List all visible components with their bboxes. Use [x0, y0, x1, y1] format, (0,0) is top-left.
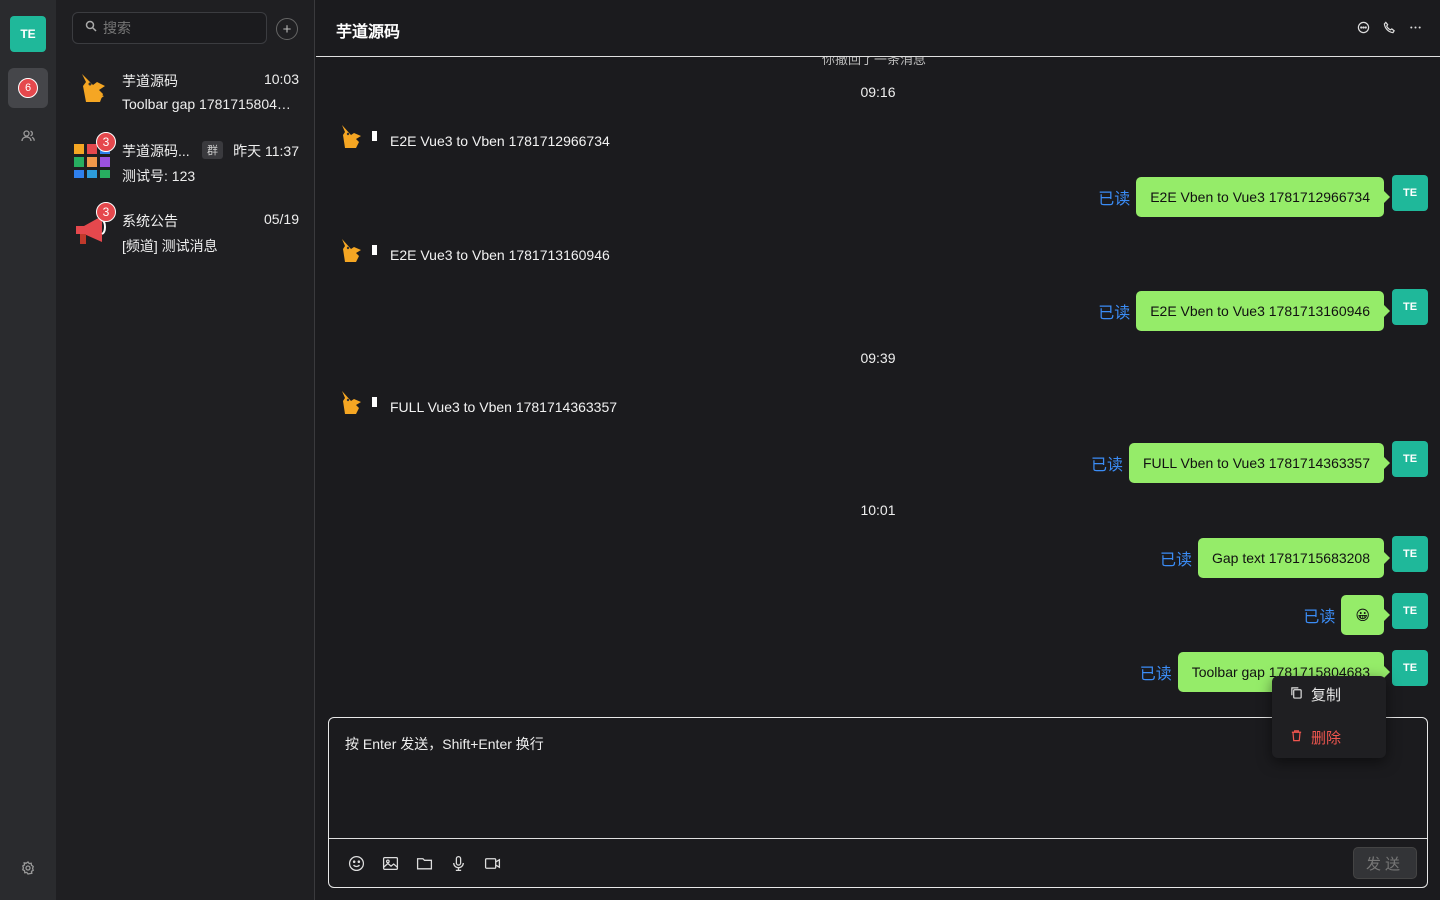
- conversation-avatar: [72, 68, 112, 108]
- conversation-item[interactable]: 3 系统公告 05/19 [频道] 测试消息: [56, 198, 315, 260]
- mic-icon[interactable]: [449, 854, 467, 872]
- my-avatar[interactable]: TE: [1392, 441, 1428, 477]
- read-indicator: [372, 245, 377, 255]
- message-text: FULL Vue3 to Vben 1781714363357: [390, 399, 618, 415]
- conversation-name: 芋道源码...: [122, 143, 190, 159]
- user-avatar[interactable]: TE: [10, 16, 46, 52]
- copy-icon: [1290, 686, 1303, 703]
- read-status: 已读: [1139, 666, 1172, 683]
- timestamp: 10:01: [860, 502, 896, 518]
- left-rail: TE 6: [0, 0, 56, 900]
- emoji-bubble[interactable]: 😀: [1341, 595, 1390, 635]
- delete-menu-item[interactable]: 删除: [1290, 727, 1341, 748]
- message-list: 你撤回了一条消息 09:16 E2E Vue3 to Vben 17817129…: [316, 57, 1440, 717]
- composer-toolbar: [347, 854, 501, 872]
- settings-icon[interactable]: [18, 858, 38, 878]
- unread-count-badge: 6: [18, 78, 38, 98]
- message-text: E2E Vue3 to Vben 1781712966734: [390, 133, 610, 149]
- search-icon: [85, 19, 97, 37]
- read-status: 已读: [1098, 305, 1131, 322]
- emoji-icon[interactable]: [347, 854, 365, 872]
- recall-notice: 你撤回了一条消息: [822, 57, 927, 67]
- my-avatar[interactable]: TE: [1392, 650, 1428, 686]
- conversation-name: 芋道源码: [122, 73, 178, 89]
- my-avatar[interactable]: TE: [1392, 175, 1428, 211]
- conversation-preview: [频道] 测试消息: [122, 238, 218, 254]
- conversation-preview: 测试号: 123: [122, 168, 196, 184]
- chat-title: 芋道源码: [336, 24, 401, 41]
- delete-label: 删除: [1311, 730, 1342, 747]
- message-bubble[interactable]: Gap text 1781715683208: [1197, 538, 1391, 578]
- sender-avatar: [334, 121, 366, 153]
- chat-panel: 芋道源码 你撤回了一条消息 09:16 E2E Vue3 to Vben 178…: [316, 0, 1440, 900]
- send-button[interactable]: 发送: [1353, 847, 1417, 879]
- conversation-list: + 芋道源码 10:03 Toolbar gap 1781715804683 3…: [56, 0, 315, 900]
- more-icon[interactable]: [1408, 20, 1422, 34]
- message-composer: 发送: [328, 717, 1428, 888]
- message-text: E2E Vue3 to Vben 1781713160946: [390, 247, 610, 263]
- my-avatar[interactable]: TE: [1392, 593, 1428, 629]
- conversation-time: 05/19: [263, 211, 299, 227]
- group-tag: 群: [202, 141, 223, 159]
- header-actions: [1356, 20, 1422, 34]
- trash-icon: [1290, 729, 1303, 746]
- outgoing-message[interactable]: 已读 😀 TE: [1303, 593, 1428, 635]
- search-box[interactable]: [72, 12, 267, 44]
- my-avatar[interactable]: TE: [1392, 536, 1428, 572]
- folder-icon[interactable]: [415, 854, 433, 872]
- sender-avatar: [334, 387, 366, 419]
- message-bubble[interactable]: E2E Vben to Vue3 1781713160946: [1136, 291, 1390, 331]
- read-status: 已读: [1098, 191, 1131, 208]
- toolbar-divider: [329, 838, 1427, 839]
- contacts-icon[interactable]: [18, 126, 38, 146]
- outgoing-message[interactable]: 已读 FULL Vben to Vue3 1781714363357 TE: [1090, 441, 1428, 483]
- conversation-preview: Toolbar gap 1781715804683: [122, 96, 297, 112]
- conversation-item[interactable]: 芋道源码 10:03 Toolbar gap 1781715804683: [56, 58, 315, 120]
- read-status: 已读: [1090, 457, 1123, 474]
- read-indicator: [372, 397, 377, 407]
- conversation-item[interactable]: 3 芋道源码... 群 昨天 11:37 测试号: 123: [56, 128, 315, 190]
- image-icon[interactable]: [381, 854, 399, 872]
- video-icon[interactable]: [483, 854, 501, 872]
- conversation-name: 系统公告: [122, 213, 178, 229]
- chat-header: 芋道源码: [316, 0, 1440, 57]
- read-status: 已读: [1303, 609, 1336, 626]
- unread-badge: 3: [96, 202, 116, 222]
- message-input[interactable]: [345, 734, 1405, 834]
- phone-icon[interactable]: [1382, 20, 1396, 34]
- add-icon: +: [282, 20, 292, 38]
- conversation-time: 10:03: [263, 71, 299, 87]
- my-avatar[interactable]: TE: [1392, 289, 1428, 325]
- copy-menu-item[interactable]: 复制: [1290, 684, 1341, 705]
- outgoing-message[interactable]: 已读 E2E Vben to Vue3 1781713160946 TE: [1098, 289, 1428, 331]
- unread-badge: 3: [96, 132, 116, 152]
- message-bubble[interactable]: FULL Vben to Vue3 1781714363357: [1128, 443, 1391, 483]
- timestamp: 09:16: [860, 84, 896, 100]
- read-status: 已读: [1159, 552, 1192, 569]
- copy-label: 复制: [1311, 687, 1342, 704]
- search-input[interactable]: [103, 20, 253, 36]
- outgoing-message[interactable]: 已读 E2E Vben to Vue3 1781712966734 TE: [1098, 175, 1428, 217]
- chat-tab-button[interactable]: 6: [8, 68, 48, 108]
- outgoing-message[interactable]: 已读 Gap text 1781715683208 TE: [1159, 536, 1428, 578]
- timestamp: 09:39: [860, 350, 896, 366]
- add-conversation-button[interactable]: +: [276, 18, 298, 40]
- chat-bubble-icon[interactable]: [1356, 20, 1370, 34]
- conversation-time: 昨天 11:37: [233, 143, 299, 159]
- read-indicator: [372, 131, 377, 141]
- sender-avatar: [334, 235, 366, 267]
- message-context-menu: 复制 删除: [1272, 676, 1386, 758]
- message-bubble[interactable]: E2E Vben to Vue3 1781712966734: [1136, 177, 1390, 217]
